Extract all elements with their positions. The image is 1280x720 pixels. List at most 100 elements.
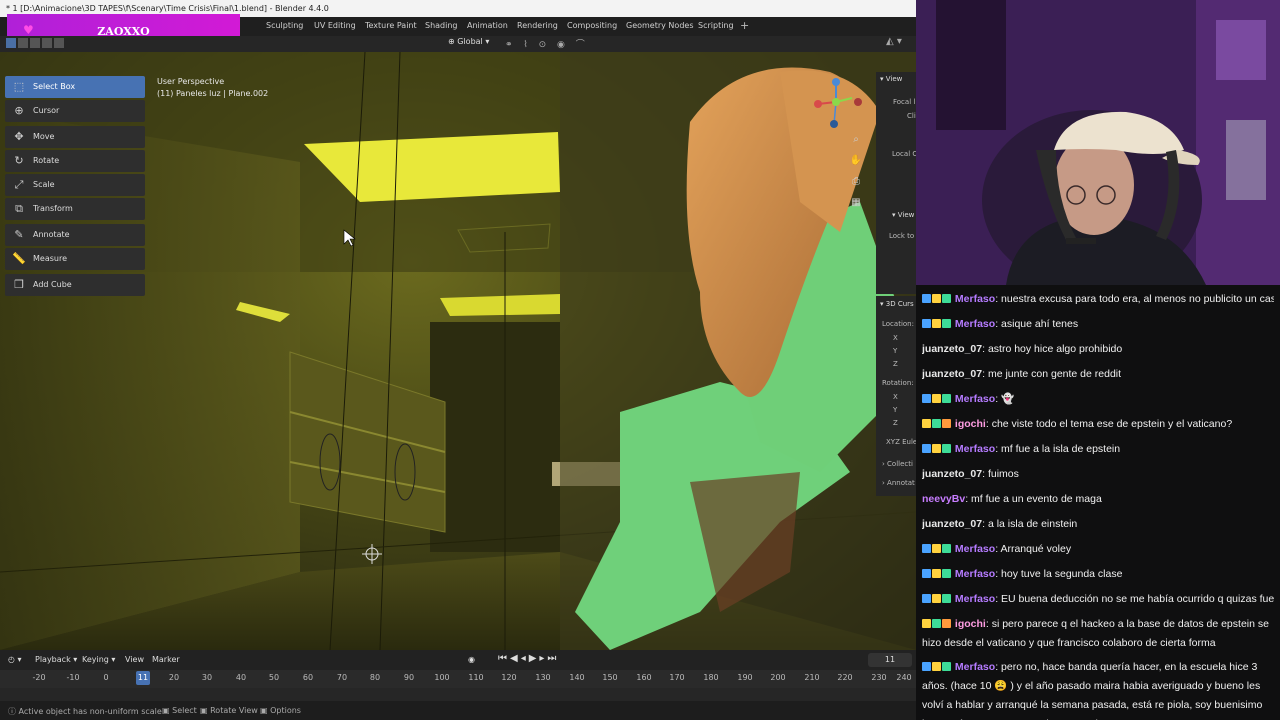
- chat-text: fuimos: [987, 468, 1019, 480]
- tool-scale[interactable]: ⤢ Scale: [5, 174, 145, 196]
- tool-select-box[interactable]: ⬚ Select Box: [5, 76, 145, 98]
- pan-hand-icon[interactable]: ✋: [848, 155, 864, 173]
- tool-transform[interactable]: ⧉ Transform: [5, 198, 145, 220]
- 3d-cursor-header[interactable]: ▾ 3D Curs: [880, 300, 914, 308]
- tool-move[interactable]: ✥ Move: [5, 126, 145, 148]
- chat-text: a la isla de einstein: [987, 518, 1078, 530]
- timeline-ruler[interactable]: -20 -10 0 11 20 30 40 50 60 70 80 90 100…: [0, 670, 916, 688]
- add-workspace-icon[interactable]: +: [740, 19, 749, 32]
- zoom-icon[interactable]: ⌕: [848, 134, 864, 152]
- perspective-label: User Perspective: [157, 77, 225, 86]
- chat-username[interactable]: Merfaso: [955, 661, 995, 673]
- current-frame-field[interactable]: 11: [868, 653, 912, 667]
- select-invert-icon[interactable]: [42, 38, 52, 48]
- rotation-label: Rotation:: [882, 379, 914, 387]
- chat-username[interactable]: Merfaso: [955, 443, 995, 455]
- transform-orientation-select[interactable]: ⊕ Global ▾: [448, 37, 489, 46]
- verified-badge-icon: [922, 444, 931, 453]
- grid-icon[interactable]: ▦: [848, 197, 864, 215]
- chat-username[interactable]: igochi: [955, 418, 986, 430]
- chat-username[interactable]: Merfaso: [955, 543, 995, 555]
- chat-username[interactable]: igochi: [955, 618, 986, 630]
- rotation-z-field[interactable]: Z: [893, 419, 898, 427]
- tool-rotate[interactable]: ↻ Rotate: [5, 150, 145, 172]
- ruler-tick: 30: [201, 673, 213, 682]
- keying-menu[interactable]: Keying ▾: [82, 655, 115, 664]
- editor-type-icon[interactable]: ◴ ▾: [8, 655, 22, 664]
- chat-username[interactable]: juanzeto_07: [922, 518, 982, 530]
- tab-animation[interactable]: Animation: [467, 21, 508, 30]
- chat-username[interactable]: Merfaso: [955, 593, 995, 605]
- gift-badge-icon: [942, 444, 951, 453]
- gift-badge-icon: [942, 662, 951, 671]
- rotation-mode-select[interactable]: XYZ Eule: [886, 438, 916, 446]
- chat-username[interactable]: juanzeto_07: [922, 368, 982, 380]
- chat-text: che viste todo el tema ese de epstein y …: [991, 418, 1233, 430]
- select-new-icon[interactable]: [6, 38, 16, 48]
- status-select-hint: ▣ Select: [162, 706, 197, 715]
- playhead[interactable]: 11: [136, 671, 150, 685]
- tab-sculpting[interactable]: Sculpting: [266, 21, 303, 30]
- tab-compositing[interactable]: Compositing: [567, 21, 617, 30]
- playback-menu[interactable]: Playback ▾: [35, 655, 77, 664]
- rotation-x-field[interactable]: X: [893, 393, 898, 401]
- tab-uv-editing[interactable]: UV Editing: [314, 21, 356, 30]
- verified-badge-icon: [922, 294, 931, 303]
- overlay-toggle-icon[interactable]: ◭ ▾: [886, 36, 902, 47]
- view-panel-header[interactable]: ▾ View: [880, 75, 902, 83]
- chat-username[interactable]: neevyBv: [922, 493, 965, 505]
- tool-measure[interactable]: 📏 Measure: [5, 248, 145, 270]
- chat-message: juanzeto_07: fuimos: [922, 468, 1019, 480]
- chat-username[interactable]: Merfaso: [955, 568, 995, 580]
- rotate-hint-text: Rotate View: [210, 706, 258, 715]
- add-cube-icon: ❒: [14, 278, 24, 291]
- chat-text: me junte con gente de reddit: [987, 368, 1122, 380]
- tab-geometry-nodes[interactable]: Geometry Nodes: [626, 21, 693, 30]
- tool-annotate[interactable]: ✎ Annotate: [5, 224, 145, 246]
- timeline-body[interactable]: [0, 688, 916, 701]
- view-lock-header[interactable]: ▾ View: [892, 211, 914, 219]
- location-z-field[interactable]: Z: [893, 360, 898, 368]
- camera-icon[interactable]: ⎙: [848, 176, 864, 194]
- 3d-viewport[interactable]: User Perspective (11) Paneles luz | Plan…: [0, 52, 916, 650]
- tab-texture-paint[interactable]: Texture Paint: [365, 21, 417, 30]
- ruler-tick: 230: [871, 673, 887, 682]
- tab-shading[interactable]: Shading: [425, 21, 458, 30]
- chat-username[interactable]: Merfaso: [955, 393, 995, 405]
- options-hint-text: Options: [270, 706, 301, 715]
- tool-add-cube[interactable]: ❒ Add Cube: [5, 274, 145, 296]
- select-extend-icon[interactable]: [18, 38, 28, 48]
- rotation-y-field[interactable]: Y: [893, 406, 897, 414]
- location-x-field[interactable]: X: [893, 334, 898, 342]
- chat-username[interactable]: Merfaso: [955, 293, 995, 305]
- chat-username[interactable]: juanzeto_07: [922, 468, 982, 480]
- annotations-header[interactable]: › Annotat: [882, 479, 915, 487]
- view-header-label: View: [885, 75, 903, 83]
- pivot-snap-icons[interactable]: ⚭ ⌇ ⊙ ◉ ⌒: [505, 37, 589, 50]
- chat-text: mf fue a la isla de epstein: [1001, 443, 1121, 455]
- record-icon[interactable]: ◉: [468, 655, 475, 664]
- select-subtract-icon[interactable]: [30, 38, 40, 48]
- tool-label: Rotate: [33, 156, 60, 165]
- clip-label: Cli: [907, 112, 916, 120]
- playback-controls[interactable]: ⏮◀◂▶▸⏭: [498, 653, 559, 664]
- tab-rendering[interactable]: Rendering: [517, 21, 558, 30]
- view-menu[interactable]: View: [125, 655, 144, 664]
- tool-cursor[interactable]: ⊕ Cursor: [5, 100, 145, 122]
- chat-username[interactable]: juanzeto_07: [922, 343, 982, 355]
- webcam-feed: [916, 0, 1280, 285]
- collections-header[interactable]: › Collecti: [882, 460, 913, 468]
- select-intersect-icon[interactable]: [54, 38, 64, 48]
- chat-text: nuestra excusa para todo era, al menos n…: [1001, 293, 1274, 305]
- active-object-label: (11) Paneles luz | Plane.002: [157, 89, 269, 98]
- gift-badge-icon: [942, 544, 951, 553]
- chat-message: Merfaso: asique ahí tenes: [922, 315, 1274, 334]
- select-mode-icons[interactable]: [6, 38, 64, 48]
- annotations-label: Annotat: [887, 479, 915, 487]
- chat-username[interactable]: Merfaso: [955, 318, 995, 330]
- marker-menu[interactable]: Marker: [152, 655, 180, 664]
- location-y-field[interactable]: Y: [893, 347, 897, 355]
- navigation-gizmo[interactable]: [808, 74, 868, 134]
- chat-text: hoy tuve la segunda clase: [1001, 568, 1123, 580]
- tab-scripting[interactable]: Scripting: [698, 21, 734, 30]
